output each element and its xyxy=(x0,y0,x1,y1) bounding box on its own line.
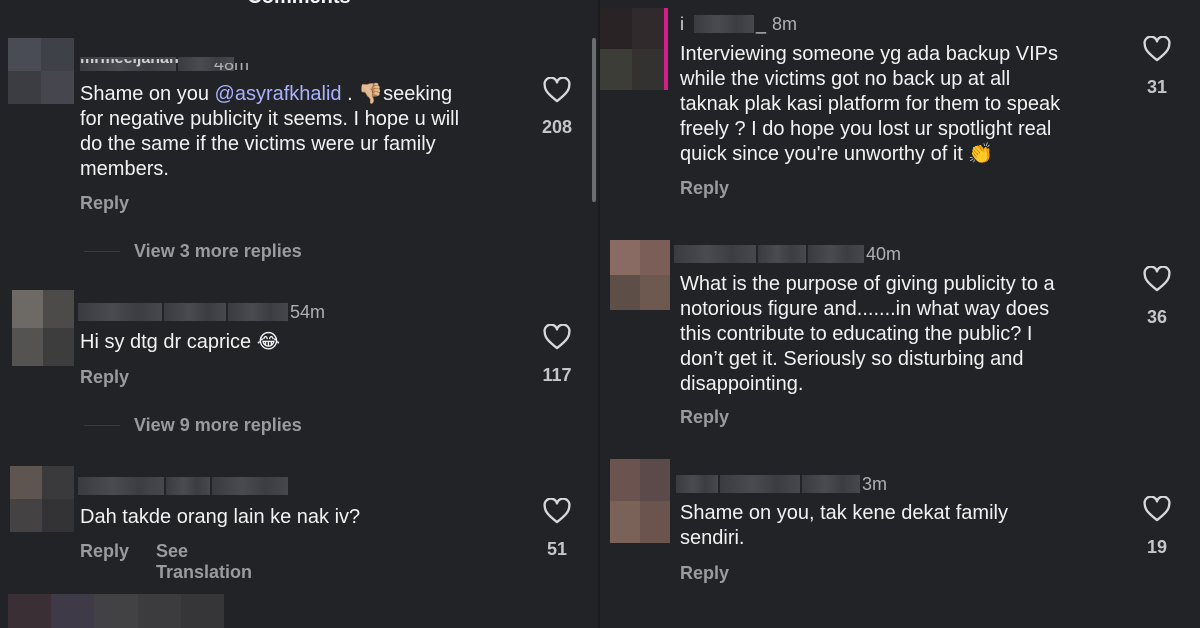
username-initial: i xyxy=(680,13,684,34)
reply-button[interactable]: Reply xyxy=(680,563,729,584)
reply-button[interactable]: Reply xyxy=(680,407,729,428)
comment-text: What is the purpose of giving publicity … xyxy=(680,272,1055,397)
like-count: 19 xyxy=(1146,537,1168,557)
right-comments-pane: i _ 8m Interviewing someone yg ada backup… xyxy=(600,0,1200,628)
comment-text-line: taknak plak kasi platform for them to sp… xyxy=(680,93,1061,115)
comment-text: Interviewing someone yg ada backup VIPs … xyxy=(680,42,1060,167)
like-count: 208 xyxy=(541,117,573,137)
comment-text-line: members. xyxy=(80,158,169,180)
like-count: 51 xyxy=(546,539,568,559)
comment-text-line: Shame on you, tak kene dekat family xyxy=(680,502,1008,524)
heart-icon[interactable] xyxy=(543,324,571,350)
heart-icon[interactable] xyxy=(543,77,571,103)
like-count: 117 xyxy=(542,365,572,385)
comment-username[interactable] xyxy=(78,476,290,496)
next-comment-avatar xyxy=(8,594,225,628)
comment-text-line: while the victims got no back up at all xyxy=(680,68,1011,90)
reply-thread-line xyxy=(84,425,120,426)
clapping-emoji-icon: 👏 xyxy=(968,143,994,165)
comment-time: 3m xyxy=(862,473,888,494)
see-translation-button[interactable]: See Translation xyxy=(156,541,252,583)
comment-text-line: for negative publicity it seems. I hope … xyxy=(80,108,460,130)
comment-text-line: quick since you're unworthy of it 👏 xyxy=(680,142,1060,167)
comment-text: Hi sy dtg dr caprice 😂 xyxy=(80,330,280,355)
reply-button[interactable]: Reply xyxy=(80,541,129,562)
text-segment: Hi sy dtg dr caprice xyxy=(80,331,252,353)
comment-text-line: do the same if the victims were ur famil… xyxy=(80,133,436,155)
comment-text-line: sendiri. xyxy=(680,527,745,549)
comment-text-line: Interviewing someone yg ada backup VIPs xyxy=(680,43,1058,65)
avatar[interactable] xyxy=(600,8,668,90)
comment-username[interactable]: mrmeeijanan 48m xyxy=(80,54,249,74)
heart-icon[interactable] xyxy=(543,498,571,524)
comment-text: Dah takde orang lain ke nak iv? xyxy=(80,506,361,528)
avatar[interactable] xyxy=(610,459,670,543)
mention-link[interactable]: @asyrafkhalid xyxy=(215,83,342,105)
comment-time: 40m xyxy=(866,243,902,264)
avatar[interactable] xyxy=(10,466,74,532)
comment-username[interactable]: 40m xyxy=(674,244,901,264)
comment-text: Shame on you, tak kene dekat family send… xyxy=(680,501,1008,551)
text-segment: . xyxy=(341,83,359,105)
left-comments-pane: Comments mrmeeijanan 48m Shame on you @a… xyxy=(0,0,598,628)
reply-button[interactable]: Reply xyxy=(80,367,129,388)
username-tail: _ xyxy=(756,13,767,34)
view-more-replies-label: View 9 more replies xyxy=(134,415,302,435)
text-segment: Shame on you xyxy=(80,83,215,105)
avatar[interactable] xyxy=(610,240,670,310)
username-text: mrmeeijanan xyxy=(80,59,179,68)
text-segment: seeking xyxy=(383,83,453,105)
comment-time: 54m xyxy=(290,301,326,322)
comment-text: Shame on you @asyrafkhalid . 👎🏼seeking f… xyxy=(80,82,459,182)
scrollbar[interactable] xyxy=(592,38,596,202)
reply-button[interactable]: Reply xyxy=(680,178,729,199)
reply-thread-line xyxy=(84,251,120,252)
comment-text-line: What is the purpose of giving publicity … xyxy=(680,273,1055,295)
heart-icon[interactable] xyxy=(1143,496,1171,522)
comment-text-line: notorious figure and.......in what way d… xyxy=(680,298,1050,320)
heart-icon[interactable] xyxy=(1143,36,1171,62)
comments-heading: Comments xyxy=(0,0,598,9)
comment-text-line: this contribute to educating the public?… xyxy=(680,323,1033,345)
view-more-replies-button[interactable]: View 3 more replies xyxy=(84,241,302,262)
laughing-emoji-icon: 😂 xyxy=(256,331,281,353)
like-count: 31 xyxy=(1146,77,1168,97)
comment-username[interactable]: i _ 8m xyxy=(680,14,797,34)
text-segment: quick since you're unworthy of it xyxy=(680,143,963,165)
view-more-replies-button[interactable]: View 9 more replies xyxy=(84,415,302,436)
comment-username[interactable]: 3m xyxy=(676,474,887,494)
comment-text-line: disappointing. xyxy=(680,373,804,395)
reply-button[interactable]: Reply xyxy=(80,193,129,214)
like-count: 36 xyxy=(1146,307,1168,327)
comment-username[interactable]: 54m xyxy=(78,302,325,322)
view-more-replies-label: View 3 more replies xyxy=(134,241,302,261)
avatar[interactable] xyxy=(12,290,74,366)
comment-text-line: freely ? I do hope you lost ur spotlight… xyxy=(680,118,1052,140)
comment-text-line: don’t get it. Seriously so disturbing an… xyxy=(680,348,1024,370)
thumbs-down-emoji-icon: 👎🏼 xyxy=(358,83,384,105)
avatar[interactable] xyxy=(8,38,74,104)
comment-text-line: Shame on you @asyrafkhalid . 👎🏼seeking xyxy=(80,82,459,107)
comment-time: 8m xyxy=(772,13,798,34)
heart-icon[interactable] xyxy=(1143,266,1171,292)
